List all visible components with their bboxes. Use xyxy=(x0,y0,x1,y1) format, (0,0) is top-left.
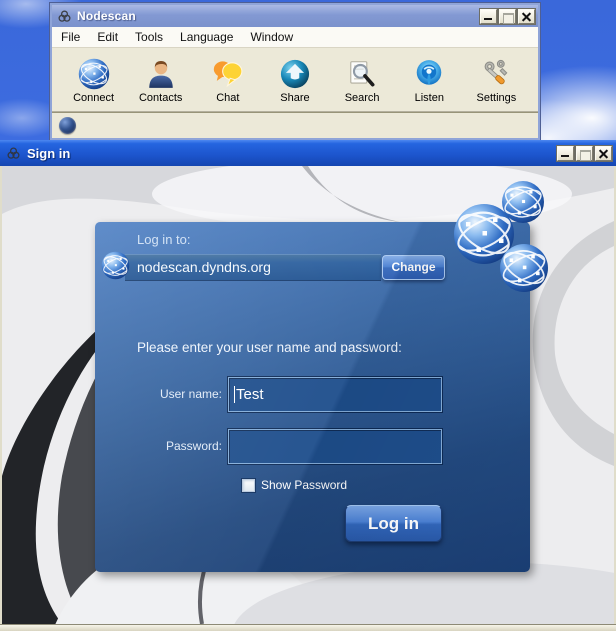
toolbar-label: Connect xyxy=(73,92,115,104)
username-value: Test xyxy=(236,386,264,403)
password-input[interactable] xyxy=(228,429,442,464)
toolbar-label: Settings xyxy=(476,92,517,104)
menu-bar: File Edit Tools Language Window xyxy=(52,27,538,48)
magnifier-document-icon xyxy=(350,61,375,87)
toolbar-label: Share xyxy=(280,92,310,104)
host-globe-icon xyxy=(101,251,130,280)
close-button[interactable] xyxy=(595,145,612,161)
password-label: Password: xyxy=(165,439,222,453)
minimize-button[interactable] xyxy=(557,145,574,161)
toolbar-item-search[interactable]: Search xyxy=(330,58,394,104)
host-input[interactable]: nodescan.dyndns.org xyxy=(125,254,381,281)
close-button[interactable] xyxy=(518,8,535,24)
login-button[interactable]: Log in xyxy=(345,505,442,542)
nodescan-titlebar[interactable]: Nodescan xyxy=(52,5,538,27)
maximize-button[interactable] xyxy=(499,8,516,24)
triquetra-knot-icon xyxy=(58,10,71,22)
toolbar-label: Contacts xyxy=(138,92,183,104)
toolbar-item-settings[interactable]: Settings xyxy=(464,58,528,104)
toolbar: Connect Contacts Chat Share Search Liste… xyxy=(52,48,538,112)
toolbar-item-chat[interactable]: Chat xyxy=(196,58,260,104)
globe-network-icon xyxy=(77,58,110,90)
window-bottom-edge xyxy=(0,624,616,631)
username-input[interactable]: Test xyxy=(228,377,442,412)
show-password-checkbox[interactable] xyxy=(242,478,255,492)
toolbar-label: Chat xyxy=(216,92,240,104)
window-title: Nodescan xyxy=(77,9,136,23)
nodescan-window: Nodescan File Edit Tools Language Window… xyxy=(49,2,541,141)
speech-bubbles-icon xyxy=(213,61,243,88)
beacon-icon xyxy=(416,60,442,86)
person-icon xyxy=(148,60,173,88)
maximize-button[interactable] xyxy=(576,145,593,161)
menu-item-language[interactable]: Language xyxy=(180,30,233,44)
toolbar-label: Listen xyxy=(414,92,444,104)
login-to-label: Log in to: xyxy=(137,232,191,247)
toolbar-item-connect[interactable]: Connect xyxy=(62,58,126,104)
toolbar-item-listen[interactable]: Listen xyxy=(397,58,461,104)
status-bar xyxy=(52,112,538,137)
signin-client-area: Log in to: nodescan.dyndns.org Change Pl… xyxy=(2,166,614,624)
toolbar-item-share[interactable]: Share xyxy=(263,58,327,104)
toolbar-label: Search xyxy=(344,92,380,104)
signin-window: Sign in Log in to: nodescan.dyndns.org C… xyxy=(0,140,616,631)
menu-item-edit[interactable]: Edit xyxy=(97,30,118,44)
tools-icon xyxy=(484,59,508,85)
change-button[interactable]: Change xyxy=(382,255,445,280)
menu-item-file[interactable]: File xyxy=(61,30,80,44)
credentials-prompt: Please enter your user name and password… xyxy=(137,340,402,355)
username-label: User name: xyxy=(159,387,222,401)
upload-circle-icon xyxy=(280,59,310,89)
network-molecule-graphic xyxy=(451,180,548,293)
menu-item-window[interactable]: Window xyxy=(250,30,293,44)
globe-orb-icon xyxy=(59,116,76,134)
menu-item-tools[interactable]: Tools xyxy=(135,30,163,44)
minimize-button[interactable] xyxy=(480,8,497,24)
signin-titlebar[interactable]: Sign in xyxy=(0,140,616,166)
text-caret xyxy=(234,386,235,403)
triquetra-knot-icon xyxy=(7,147,20,159)
show-password-label: Show Password xyxy=(261,478,348,492)
window-title: Sign in xyxy=(27,145,71,161)
toolbar-item-contacts[interactable]: Contacts xyxy=(129,58,193,104)
